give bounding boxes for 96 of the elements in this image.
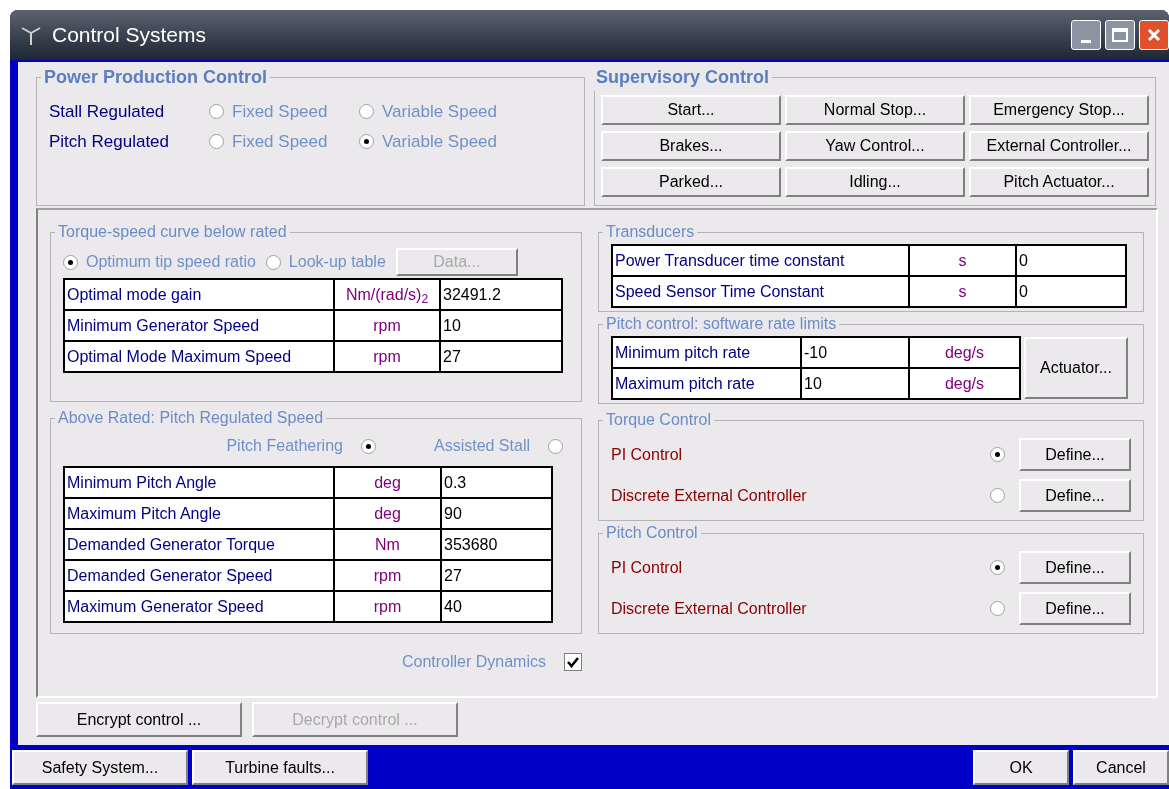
option-label: Pitch Feathering — [226, 436, 343, 456]
supervisory-button[interactable]: Yaw Control... — [785, 131, 965, 161]
maximize-icon[interactable] — [1105, 20, 1135, 50]
group-title: Above Rated: Pitch Regulated Speed — [57, 408, 325, 428]
radio-button[interactable] — [360, 438, 376, 454]
table-cell: Optimal mode gain — [64, 279, 334, 310]
group-title: Pitch Control — [605, 523, 699, 543]
table-cell: 32491.2 — [440, 279, 562, 310]
table-cell: Power Transducer time constant — [612, 245, 909, 276]
table-cell: 0 — [1016, 276, 1126, 307]
supervisory-button[interactable]: Pitch Actuator... — [969, 167, 1149, 197]
window-title: Control Systems — [52, 22, 207, 49]
table-cell: Demanded Generator Torque — [64, 529, 334, 560]
table-cell: 27 — [441, 560, 552, 591]
table-cell: rpm — [334, 560, 441, 591]
option-label: Assisted Stall — [433, 436, 530, 456]
table-cell: Speed Sensor Time Constant — [612, 276, 909, 307]
actuator-button[interactable]: Actuator... — [1024, 337, 1128, 399]
table-cell: Maximum pitch rate — [612, 368, 801, 399]
table-cell: -10 — [801, 337, 909, 368]
checkbox-label: Controller Dynamics — [401, 652, 546, 672]
option-label: Look-up table — [288, 252, 386, 272]
table-cell: rpm — [334, 341, 440, 372]
option-label: Fixed Speed — [232, 101, 328, 123]
group-title: Transducers — [605, 222, 696, 242]
footer-button[interactable]: Turbine faults... — [192, 750, 368, 785]
table-cell: deg/s — [909, 337, 1020, 368]
define-button[interactable]: Define... — [1019, 479, 1131, 512]
supervisory-button[interactable]: Idling... — [785, 167, 965, 197]
table-cell: Nm — [334, 529, 441, 560]
table-cell: Minimum Generator Speed — [64, 310, 334, 341]
encrypt-button[interactable]: Encrypt control ... — [36, 702, 242, 737]
option-label: Variable Speed — [382, 130, 497, 153]
radio-button[interactable] — [265, 254, 281, 270]
option-label: PI Control — [611, 444, 684, 465]
table-cell: 0.3 — [441, 467, 552, 498]
table-cell: rpm — [334, 310, 440, 341]
table-cell: rpm — [334, 591, 441, 622]
radio-button[interactable] — [359, 104, 374, 120]
minimize-icon[interactable] — [1071, 20, 1101, 50]
table-cell: 90 — [441, 498, 552, 529]
supervisory-button[interactable]: Start... — [601, 95, 781, 125]
footer-button[interactable]: Safety System... — [12, 750, 188, 785]
group-title: Power Production Control — [43, 66, 268, 89]
supervisory-button[interactable]: Brakes... — [601, 131, 781, 161]
radio-button[interactable] — [548, 438, 563, 454]
turbine-icon — [20, 24, 42, 46]
option-label: Variable Speed — [382, 101, 497, 123]
table-cell: s — [909, 276, 1016, 307]
group-title: Supervisory Control — [595, 66, 771, 89]
radio-button[interactable] — [63, 254, 78, 270]
table-cell: 10 — [801, 368, 909, 399]
table-cell: Demanded Generator Speed — [64, 560, 334, 591]
table-cell: Maximum Generator Speed — [64, 591, 334, 622]
close-icon[interactable] — [1139, 20, 1169, 50]
footer-button[interactable]: OK — [973, 750, 1069, 785]
table-cell: Maximum Pitch Angle — [64, 498, 334, 529]
group-title: Torque-speed curve below rated — [57, 222, 288, 242]
radio-button[interactable] — [359, 133, 374, 149]
supervisory-button[interactable]: External Controller... — [969, 131, 1149, 161]
group-title: Pitch control: software rate limits — [605, 314, 838, 334]
supervisory-button[interactable]: Normal Stop... — [785, 95, 965, 125]
supervisory-button[interactable]: Emergency Stop... — [969, 95, 1149, 125]
table-cell: deg — [334, 498, 441, 529]
table-cell: 27 — [440, 341, 562, 372]
footer-button[interactable]: Cancel — [1073, 750, 1169, 785]
option-label: Discrete External Controller — [611, 485, 808, 506]
option-label: Discrete External Controller — [611, 598, 808, 619]
table-cell: s — [909, 245, 1016, 276]
table-cell: Minimum Pitch Angle — [64, 467, 334, 498]
define-button[interactable]: Define... — [1019, 592, 1131, 625]
table-cell: deg — [334, 467, 441, 498]
define-button[interactable]: Define... — [1019, 438, 1131, 471]
table-cell: 10 — [440, 310, 562, 341]
radio-button[interactable] — [990, 560, 1005, 575]
supervisory-button[interactable]: Parked... — [601, 167, 781, 197]
define-button[interactable]: Define... — [1019, 551, 1131, 584]
checkbox[interactable] — [564, 653, 582, 671]
radio-button[interactable] — [209, 133, 224, 149]
table-cell: 0 — [1016, 245, 1126, 276]
group-title: Torque Control — [605, 410, 712, 430]
option-label: Fixed Speed — [232, 130, 328, 153]
table-cell: 40 — [441, 591, 552, 622]
row-label: Pitch Regulated — [49, 130, 171, 153]
table-cell: deg/s — [909, 368, 1020, 399]
table-cell: Optimal Mode Maximum Speed — [64, 341, 334, 372]
row-label: Stall Regulated — [49, 101, 166, 123]
radio-button[interactable] — [990, 601, 1005, 616]
table-cell: Minimum pitch rate — [612, 337, 801, 368]
radio-button[interactable] — [209, 104, 224, 120]
option-label: PI Control — [611, 557, 684, 578]
radio-button[interactable] — [990, 447, 1005, 462]
option-label: Optimum tip speed ratio — [86, 252, 256, 272]
table-cell: Nm/(rad/s)$_{2}$ — [334, 279, 440, 310]
table-cell: 353680 — [441, 529, 552, 560]
radio-button[interactable] — [990, 488, 1005, 503]
